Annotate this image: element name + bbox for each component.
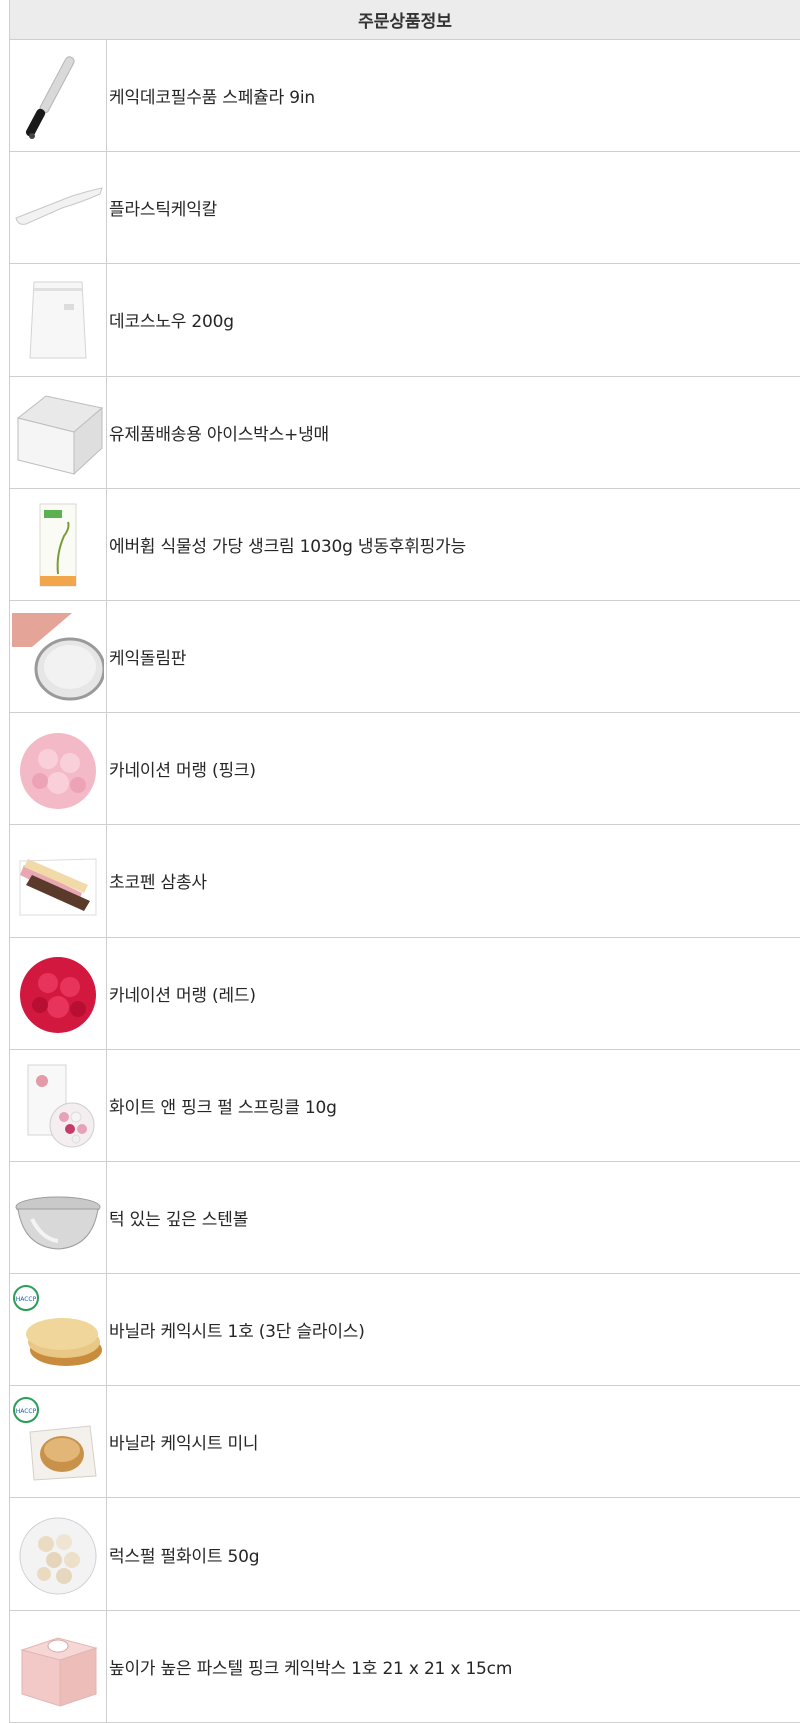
table-row[interactable]: 카네이션 머랭 (레드) [10, 937, 800, 1050]
vanilla-cake-sheet-image: HACCP [13, 1284, 102, 1366]
product-name[interactable]: 데코스노우 200g [107, 264, 800, 375]
product-name[interactable]: 바닐라 케익시트 1호 (3단 슬라이스) [107, 1274, 800, 1385]
product-thumbnail[interactable] [10, 713, 107, 825]
table-row[interactable]: 유제품배송용 아이스박스+냉매 [10, 376, 800, 489]
haccp-badge-text: HACCP [16, 1296, 37, 1303]
product-name[interactable]: 카네이션 머랭 (레드) [107, 938, 800, 1049]
product-thumbnail[interactable] [10, 1049, 107, 1161]
table-row[interactable]: 카네이션 머랭 (핑크) [10, 713, 800, 826]
product-thumbnail[interactable]: HACCP [10, 1274, 107, 1386]
product-name[interactable]: 에버휩 식물성 가당 생크림 1030g 냉동후휘핑가능 [107, 489, 800, 600]
steel-bowl-image [15, 1196, 101, 1250]
table-row[interactable]: 럭스펄 펄화이트 50g [10, 1498, 800, 1611]
product-name[interactable]: 케익데코필수품 스페츌라 9in [107, 40, 800, 151]
product-thumbnail[interactable] [10, 376, 107, 488]
product-thumbnail[interactable] [10, 152, 107, 264]
pink-cake-box-image [20, 1637, 98, 1707]
product-thumbnail[interactable] [10, 488, 107, 600]
ice-box-image [16, 395, 104, 476]
order-product-table: 주문상품정보 케익데코필수품 스페츌라 9in 플라스틱케익칼 데코스노우 20… [9, 0, 800, 1723]
product-thumbnail[interactable] [10, 1161, 107, 1274]
table-row[interactable]: 데코스노우 200g [10, 264, 800, 377]
red-carnation-meringue-image [20, 957, 96, 1034]
product-thumbnail[interactable] [10, 937, 107, 1049]
product-thumbnail[interactable]: HACCP [10, 1386, 107, 1498]
table-row[interactable]: HACCP 바닐라 케익시트 미니 [10, 1386, 800, 1499]
product-name[interactable]: 바닐라 케익시트 미니 [107, 1386, 800, 1497]
product-name[interactable]: 유제품배송용 아이스박스+냉매 [107, 377, 800, 488]
choco-pen-set-image [19, 858, 97, 916]
plastic-cake-knife-image [15, 187, 103, 225]
pink-carnation-meringue-image [20, 732, 96, 809]
table-row[interactable]: 에버휩 식물성 가당 생크림 1030g 냉동후휘핑가능 [10, 488, 800, 601]
table-row[interactable]: 플라스틱케익칼 [10, 152, 800, 265]
cake-turntable-image [12, 612, 104, 701]
table-row[interactable]: 화이트 앤 핑크 펄 스프링클 10g [10, 1049, 800, 1162]
table-row[interactable]: 케익데코필수품 스페츌라 9in [10, 40, 800, 153]
product-name[interactable]: 케익돌림판 [107, 601, 800, 712]
table-header-title: 주문상품정보 [358, 12, 452, 32]
pearl-sprinkle-image [27, 1064, 95, 1148]
product-thumbnail[interactable] [10, 264, 107, 376]
product-name[interactable]: 럭스펄 펄화이트 50g [107, 1498, 800, 1609]
table-row[interactable]: 케익돌림판 [10, 600, 800, 714]
product-name[interactable]: 높이가 높은 파스텔 핑크 케익박스 1호 21 x 21 x 15cm [107, 1611, 800, 1722]
vanilla-cake-mini-image: HACCP [13, 1396, 97, 1481]
product-name[interactable]: 화이트 앤 핑크 펄 스프링클 10g [107, 1050, 800, 1161]
product-thumbnail[interactable] [10, 825, 107, 937]
whipping-cream-pack-image [39, 503, 77, 587]
product-name[interactable]: 턱 있는 깊은 스텐볼 [107, 1162, 800, 1273]
product-name[interactable]: 초코펜 삼총사 [107, 825, 800, 936]
product-thumbnail[interactable] [10, 40, 107, 152]
table-row[interactable]: 턱 있는 깊은 스텐볼 [10, 1161, 800, 1275]
product-thumbnail[interactable] [10, 1610, 107, 1722]
product-thumbnail[interactable] [10, 1498, 107, 1610]
deco-snow-pouch-image [29, 281, 87, 359]
haccp-badge-text: HACCP [16, 1408, 37, 1415]
lux-pearl-white-image [19, 1517, 97, 1595]
product-thumbnail[interactable] [10, 600, 107, 713]
spatula-image [25, 55, 75, 139]
table-header: 주문상품정보 [10, 0, 800, 40]
product-name[interactable]: 플라스틱케익칼 [107, 152, 800, 263]
table-row[interactable]: 높이가 높은 파스텔 핑크 케익박스 1호 21 x 21 x 15cm [10, 1610, 800, 1723]
table-row[interactable]: HACCP 바닐라 케익시트 1호 (3단 슬라이스) [10, 1274, 800, 1387]
product-name[interactable]: 카네이션 머랭 (핑크) [107, 713, 800, 824]
table-row[interactable]: 초코펜 삼총사 [10, 825, 800, 938]
